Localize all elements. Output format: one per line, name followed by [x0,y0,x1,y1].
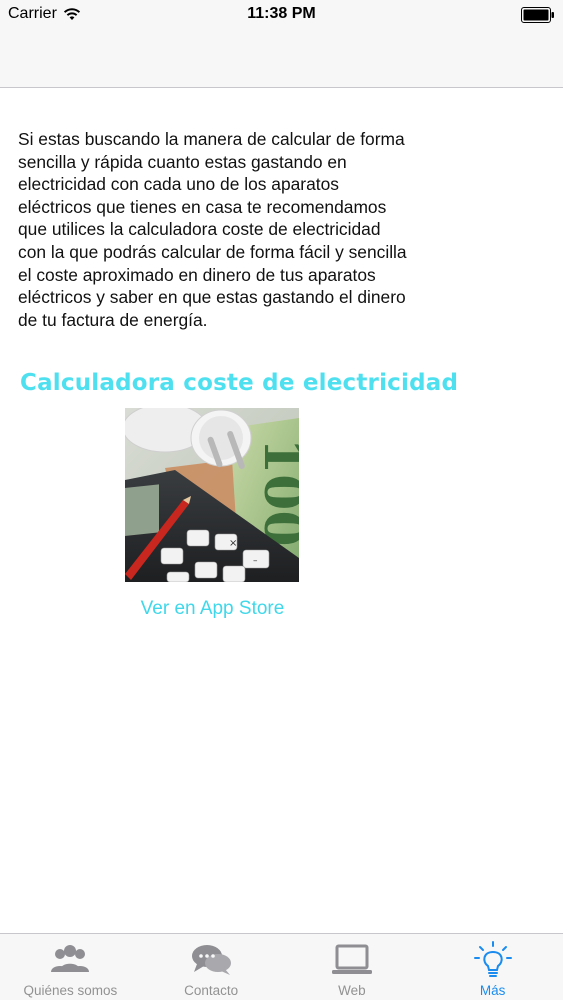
screen: Carrier 11:38 PM Si estas buscando la ma… [0,0,563,1000]
tab-label: Quiénes somos [23,983,118,998]
lightbulb-icon [473,941,512,977]
tab-web[interactable]: Web [282,934,423,1000]
tab-label: Contacto [184,983,239,998]
tab-label: Web [338,983,366,998]
status-time: 11:38 PM [247,5,316,22]
battery-icon [521,7,554,23]
laptop-icon [331,944,372,974]
svg-text:×: × [229,538,237,549]
intro-paragraph: Si estas buscando la manera de calcular … [18,129,407,330]
tab-quienes-somos[interactable]: Quiénes somos [0,934,141,1000]
navigation-bar [0,30,563,88]
tab-contacto[interactable]: Contacto [141,934,282,1000]
svg-text:–: – [253,556,258,566]
main-content: Si estas buscando la manera de calcular … [18,128,413,331]
app-promo-image[interactable]: 100 × – [125,408,299,582]
tab-mas[interactable]: Más [422,934,563,1000]
promo-title: Calculadora coste de electricidad [20,370,459,396]
tab-bar: Quiénes somos Contacto Web Más [0,933,563,1000]
app-store-link[interactable]: Ver en App Store [0,598,425,620]
tab-label: Más [479,983,506,998]
chat-bubbles-icon [192,945,232,975]
status-bar: Carrier 11:38 PM [0,0,563,30]
people-icon [51,945,90,972]
